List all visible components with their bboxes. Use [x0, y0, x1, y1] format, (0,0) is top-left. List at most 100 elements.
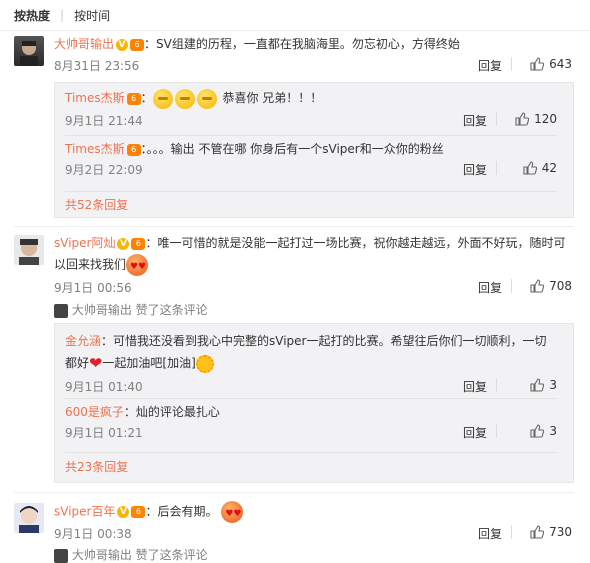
- reply-item: Times杰斯 6 ：。。。输出 不管在哪 你身后有一个sViper和一众你的粉丝 …: [65, 139, 557, 179]
- reply-button[interactable]: 回复: [463, 112, 487, 129]
- comment-meta: 9月1日 00:56 回复 708: [54, 279, 572, 295]
- divider: [65, 191, 557, 192]
- reply-username[interactable]: Times杰斯: [65, 91, 125, 105]
- emoji-icon: [174, 88, 195, 109]
- sort-by-time-tab[interactable]: 按时间: [74, 7, 110, 24]
- avatar[interactable]: [14, 235, 44, 265]
- like-button[interactable]: 3: [530, 424, 557, 438]
- divider: [496, 378, 497, 392]
- divider: [496, 161, 497, 175]
- reply-text-line: Times杰斯 6： 恭喜你 兄弟！！！: [65, 87, 557, 109]
- divider: [65, 452, 557, 453]
- heart-icon: ❤: [89, 353, 103, 373]
- comment-username[interactable]: 大帅哥输出: [54, 37, 114, 51]
- reply-button[interactable]: 回复: [463, 424, 487, 441]
- reply-time: 9月1日 01:40: [65, 380, 143, 394]
- comment-time: 9月1日 00:38: [54, 527, 132, 541]
- like-button[interactable]: 730: [530, 525, 572, 539]
- reply-text-line: 600是疯子：灿的评论最扎心: [65, 402, 557, 422]
- reply-meta: 9月1日 21:44 回复 120: [65, 112, 557, 128]
- view-more-replies-link[interactable]: 共52条回复: [65, 196, 128, 213]
- vip-level-icon: 6: [126, 92, 141, 105]
- like-count: 643: [549, 57, 572, 71]
- verified-icon: V: [117, 506, 130, 518]
- reply-meta: 9月2日 22:09 回复 42: [65, 161, 557, 177]
- comment-text-line: 大帅哥输出 V 6 ：SV组建的历程，一直都在我脑海里。勿忘初心，方得终始: [54, 34, 572, 55]
- comment-item: sViper阿灿 V 6 ：唯一可惜的就是没能一起打过一场比赛，祝你越走越远，外面不好…: [14, 235, 590, 490]
- comment-body: ：后会有期。: [145, 504, 218, 519]
- sort-bar: 按热度 | 按时间: [0, 0, 590, 31]
- reply-text-line: 金允涵：可惜我还没看到我心中完整的sViper一起打的比赛。希望往后你们一切顺利…: [65, 330, 557, 375]
- like-button[interactable]: 42: [523, 161, 557, 175]
- avatar-image: [19, 239, 39, 265]
- thumbs-up-icon: [523, 161, 537, 175]
- reply-button[interactable]: 回复: [478, 57, 502, 74]
- like-count: 42: [541, 161, 557, 175]
- reply-username[interactable]: 600是疯子: [65, 405, 124, 419]
- comment-item: sViper百年V6：后会有期。 9月1日 00:38 回复 730 大帅哥输出…: [14, 501, 590, 563]
- reply-box: Times杰斯 6： 恭喜你 兄弟！！！ 9月1日 21:44 回复 120 Ti…: [54, 82, 574, 218]
- avatar-image: [19, 506, 39, 533]
- comment-username[interactable]: sViper百年: [54, 505, 115, 519]
- liked-by-user[interactable]: 大帅哥输出: [72, 303, 132, 317]
- reply-username[interactable]: Times杰斯: [65, 142, 125, 156]
- emoji-icon: [152, 88, 173, 109]
- comment-text-line: sViper百年 V 6 ：后会有期。: [54, 501, 572, 525]
- reply-body: ：。。。输出 不管在哪 你身后有一个sViper和一众你的粉丝: [140, 142, 444, 156]
- vip-level-icon: 6: [126, 143, 141, 156]
- like-count: 708: [549, 279, 572, 293]
- thumbs-up-icon: [530, 424, 545, 438]
- liked-by-note: 大帅哥输出 赞了这条评论: [54, 301, 208, 318]
- reply-body: 恭喜你 兄弟！！！: [222, 91, 323, 105]
- reply-meta: 9月1日 01:21 回复 3: [65, 424, 557, 440]
- divider: [496, 424, 497, 438]
- like-count: 730: [549, 525, 572, 539]
- avatar[interactable]: [14, 503, 44, 533]
- like-button[interactable]: 643: [530, 57, 572, 71]
- reply-button[interactable]: 回复: [478, 279, 502, 296]
- divider: [496, 112, 497, 126]
- reply-button[interactable]: 回复: [478, 525, 502, 542]
- reply-box: 金允涵：可惜我还没看到我心中完整的sViper一起打的比赛。希望往后你们一切顺利…: [54, 323, 574, 483]
- thumbs-up-icon: [515, 112, 530, 126]
- reply-button[interactable]: 回复: [463, 161, 487, 178]
- liked-by-suffix: 赞了这条评论: [135, 303, 208, 317]
- divider: [14, 492, 574, 493]
- comment-time: 8月31日 23:56: [54, 59, 140, 73]
- reply-button[interactable]: 回复: [463, 378, 487, 395]
- thumbs-up-icon: [530, 378, 545, 392]
- comment-time: 9月1日 00:56: [54, 281, 132, 295]
- comment-item: 大帅哥输出 V 6 ：SV组建的历程，一直都在我脑海里。勿忘初心，方得终始 8月31日…: [14, 36, 590, 226]
- like-button[interactable]: 120: [515, 112, 557, 126]
- like-count: 3: [549, 424, 557, 438]
- reply-time: 9月1日 21:44: [65, 114, 143, 128]
- vip-level-icon: 6: [131, 506, 146, 518]
- reply-text-line: Times杰斯 6 ：。。。输出 不管在哪 你身后有一个sViper和一众你的粉丝: [65, 139, 557, 159]
- liked-by-user[interactable]: 大帅哥输出: [72, 548, 132, 562]
- comment-body: ：SV组建的历程，一直都在我脑海里。勿忘初心，方得终始: [144, 37, 460, 51]
- author-avatar-icon: [54, 548, 68, 563]
- avatar-image: [20, 41, 38, 66]
- like-button[interactable]: 708: [530, 279, 572, 293]
- reply-time: 9月2日 22:09: [65, 163, 143, 177]
- view-more-replies-link[interactable]: 共23条回复: [65, 458, 128, 475]
- thumbs-up-icon: [530, 279, 545, 293]
- reply-item: 金允涵：可惜我还没看到我心中完整的sViper一起打的比赛。希望往后你们一切顺利…: [65, 330, 557, 400]
- like-button[interactable]: 3: [530, 378, 557, 392]
- comment-username[interactable]: sViper阿灿: [54, 236, 115, 250]
- author-avatar-icon: [54, 303, 68, 318]
- sort-by-hot-tab[interactable]: 按热度: [14, 7, 50, 24]
- avatar[interactable]: [14, 36, 44, 66]
- vip-level-icon: 6: [130, 38, 145, 51]
- verified-icon: V: [117, 237, 130, 250]
- reply-username[interactable]: 金允涵: [65, 334, 101, 348]
- thumbs-up-icon: [530, 525, 545, 539]
- reply-body-continued: 一起加油吧[加油]: [102, 356, 196, 370]
- emoji-icon: [196, 88, 217, 109]
- divider: [65, 398, 557, 399]
- divider: [511, 57, 512, 71]
- comment-text-line: sViper阿灿 V 6 ：唯一可惜的就是没能一起打过一场比赛，祝你越走越远，外面不好…: [54, 233, 572, 278]
- divider: [511, 279, 512, 293]
- reply-meta: 9月1日 01:40 回复 3: [65, 378, 557, 394]
- emoji-icon: [221, 501, 244, 525]
